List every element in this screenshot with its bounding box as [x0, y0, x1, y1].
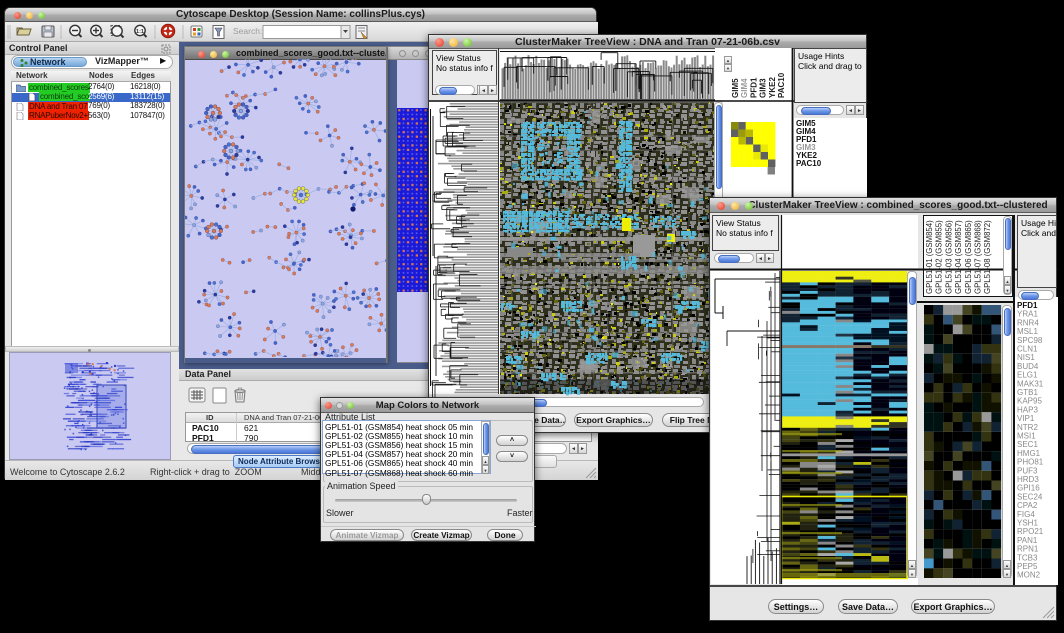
- svg-text:1:1: 1:1: [136, 29, 144, 35]
- svg-text:Search:: Search:: [233, 26, 262, 36]
